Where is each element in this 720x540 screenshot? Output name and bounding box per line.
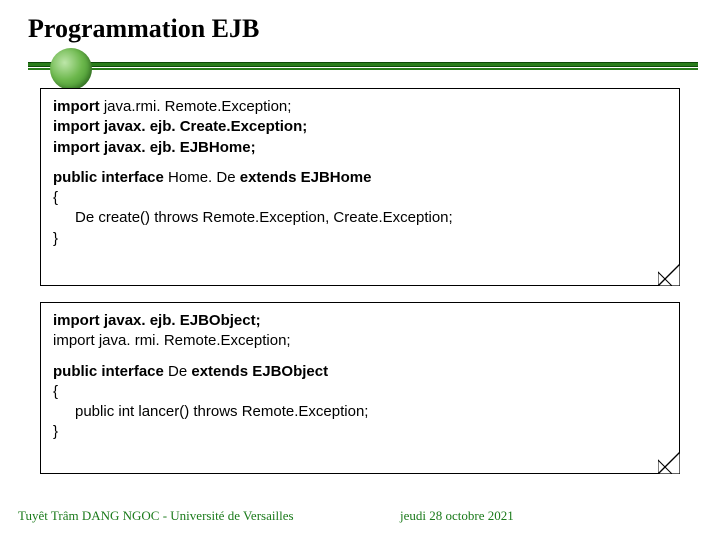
code-box-home-interface: import java.rmi. Remote.Exception; impor… xyxy=(40,88,680,286)
code-line: import java.rmi. Remote.Exception; xyxy=(53,97,667,117)
slide-title: Programmation EJB xyxy=(28,14,259,44)
code-line: { xyxy=(53,188,667,208)
code-line: import javax. ejb. EJBHome; xyxy=(53,138,667,158)
footer-author: Tuyêt Trâm DANG NGOC - Université de Ver… xyxy=(18,508,294,524)
code-line: import javax. ejb. Create.Exception; xyxy=(53,117,667,137)
code-box-remote-interface: import javax. ejb. EJBObject; import jav… xyxy=(40,302,680,474)
code-line: import java. rmi. Remote.Exception; xyxy=(53,331,667,351)
code-line: } xyxy=(53,229,667,249)
footer-date: jeudi 28 octobre 2021 xyxy=(400,508,514,524)
code-line: De create() throws Remote.Exception, Cre… xyxy=(53,208,667,228)
code-line: public int lancer() throws Remote.Except… xyxy=(53,402,667,422)
code-line: public interface De extends EJBObject xyxy=(53,362,667,382)
code-line: public interface Home. De extends EJBHom… xyxy=(53,168,667,188)
code-line: { xyxy=(53,382,667,402)
dogear-fold xyxy=(658,264,680,286)
ornament-bars xyxy=(28,62,698,70)
dogear-fold xyxy=(658,452,680,474)
code-line: import javax. ejb. EJBObject; xyxy=(53,311,667,331)
ornament-sphere xyxy=(50,48,92,90)
title-ornament xyxy=(28,52,698,78)
code-line: } xyxy=(53,422,667,442)
